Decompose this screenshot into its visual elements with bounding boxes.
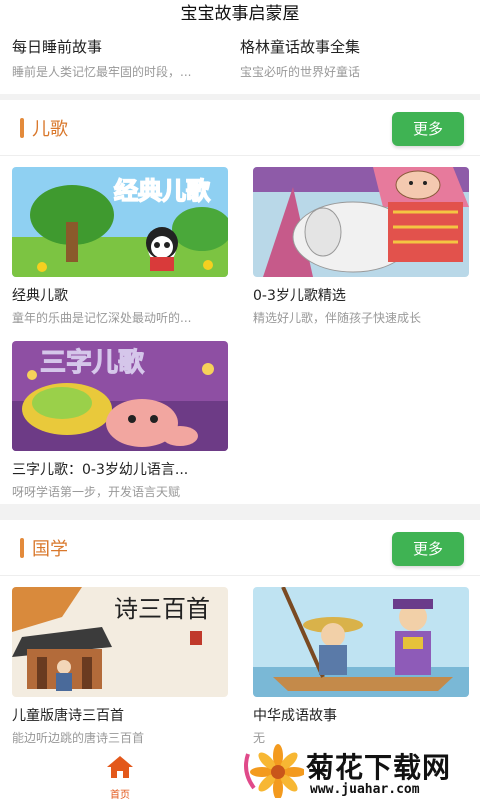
thumbnail-caption: 诗三百首: [114, 595, 210, 623]
more-button[interactable]: 更多: [392, 532, 464, 566]
album-title: 0-3岁儿歌精选: [253, 288, 346, 304]
album-thumbnail[interactable]: 经典儿歌: [12, 167, 228, 277]
story-item-grimm[interactable]: 格林童话故事全集 宝宝必听的世界好童话: [240, 36, 468, 94]
tab-home[interactable]: 首页: [98, 754, 142, 800]
watermark-url: www.juahar.com: [310, 782, 420, 797]
story-desc: 睡前是人类记忆最牢固的时段，...: [12, 65, 192, 79]
three-char-songs-illustration: 三字儿歌: [12, 341, 228, 451]
section-songs: 儿歌 更多 经典儿歌 经典儿歌 童年的乐曲是记忆深处最动听的... 0-3岁儿歌…: [0, 100, 480, 504]
section-classics: 国学 更多 诗三百首 儿童版唐诗三百首 能边听边跳的唐诗三百首 中华成语故事 无: [0, 520, 480, 750]
thumbnail-caption: 三字儿歌: [40, 347, 145, 378]
app-title: 宝宝故事启蒙屋: [0, 0, 480, 28]
story-title: 每日睡前故事: [12, 38, 103, 56]
section-header: 儿歌 更多: [0, 100, 480, 156]
album-thumbnail[interactable]: 诗三百首: [12, 587, 228, 697]
album-card-tang-poems[interactable]: 诗三百首 儿童版唐诗三百首 能边听边跳的唐诗三百首: [12, 587, 228, 746]
album-card-three-char-songs[interactable]: 三字儿歌 三字儿歌：0-3岁幼儿语言... 呀呀学语第一步，开发语言天赋: [12, 341, 228, 500]
album-desc: 童年的乐曲是记忆深处最动听的...: [12, 311, 192, 325]
album-title: 经典儿歌: [12, 288, 68, 304]
section-accent-bar: [20, 118, 24, 138]
home-icon: [107, 756, 133, 778]
section-title: 儿歌: [32, 119, 68, 140]
tab-home-label: 首页: [110, 790, 130, 800]
album-thumbnail[interactable]: 三字儿歌: [12, 341, 228, 451]
idiom-stories-illustration: [253, 587, 469, 697]
elephant-illustration: [253, 167, 469, 277]
watermark: 菊花下载网 www.juahar.com: [240, 742, 480, 800]
thumbnail-caption: 经典儿歌: [114, 177, 211, 205]
album-desc: 呀呀学语第一步，开发语言天赋: [12, 485, 181, 499]
album-desc: 能边听边跳的唐诗三百首: [12, 731, 145, 745]
story-links: 每日睡前故事 睡前是人类记忆最牢固的时段，... 格林童话故事全集 宝宝必听的世…: [0, 28, 480, 94]
album-card-idiom-stories[interactable]: 中华成语故事 无: [253, 587, 469, 746]
album-thumbnail[interactable]: [253, 167, 469, 277]
flower-logo-icon: [244, 744, 304, 798]
album-title: 三字儿歌：0-3岁幼儿语言...: [12, 462, 189, 478]
story-item-bedtime[interactable]: 每日睡前故事 睡前是人类记忆最牢固的时段，...: [12, 36, 240, 94]
classic-songs-illustration: 经典儿歌: [12, 167, 228, 277]
album-thumbnail[interactable]: [253, 587, 469, 697]
story-title: 格林童话故事全集: [240, 38, 361, 56]
story-desc: 宝宝必听的世界好童话: [240, 65, 361, 79]
section-header: 国学 更多: [0, 520, 480, 576]
tang-poems-illustration: 诗三百首: [12, 587, 228, 697]
section-accent-bar: [20, 538, 24, 558]
album-title: 儿童版唐诗三百首: [12, 708, 124, 724]
album-card-songs-0-3[interactable]: 0-3岁儿歌精选 精选好儿歌，伴随孩子快速成长: [253, 167, 469, 326]
album-card-classic-songs[interactable]: 经典儿歌 经典儿歌 童年的乐曲是记忆深处最动听的...: [12, 167, 228, 326]
more-button[interactable]: 更多: [392, 112, 464, 146]
album-title: 中华成语故事: [253, 708, 337, 724]
section-title: 国学: [32, 539, 68, 560]
watermark-name: 菊花下载网: [306, 751, 452, 784]
album-desc: 精选好儿歌，伴随孩子快速成长: [253, 311, 422, 325]
